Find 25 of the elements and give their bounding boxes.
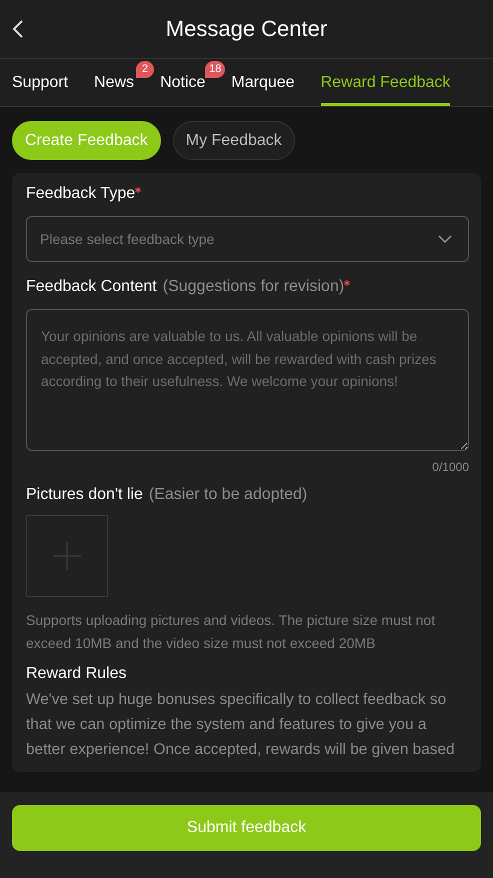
character-counter: 0/1000 — [431, 460, 469, 474]
field-label: Feedback Content — [26, 278, 157, 296]
segment-tab[interactable]: My Feedback — [172, 121, 295, 160]
tab[interactable]: Marquee — [231, 59, 295, 106]
back-icon — [12, 19, 24, 39]
count-badge: 2 — [136, 61, 154, 78]
rules-text: We've set up huge bonuses specifically to collect feedback so that we can optimize the system and features to give you a better experience! Once accepted, rewards will be given based — [26, 690, 456, 760]
feedback-content-field[interactable]: Your opinions are valuable to us. All valuable opinions will be accepted, and once accepted, will be rewarded with cash prizes according to their usefulness. We welcome your opinions! — [26, 309, 469, 451]
field-label: Feedback Type — [26, 185, 136, 203]
feedback-type-select[interactable]: Please select feedback type — [26, 216, 469, 262]
field-hint: (Easier to be adopted) — [148, 486, 308, 504]
tab[interactable]: Notice — [160, 59, 206, 106]
chevron-down-icon — [438, 235, 452, 243]
page-title: Message Center — [166, 16, 328, 42]
section-title: Reward Rules — [26, 665, 128, 683]
field-label: Pictures don't lie — [26, 486, 143, 504]
back-button[interactable] — [12, 19, 24, 39]
tab[interactable]: Reward Feedback — [320, 59, 450, 106]
tab[interactable]: News — [94, 59, 134, 106]
upload-note: Supports uploading pictures and videos. The picture size must not exceed 10MB and the video size must not exceed 20MB — [26, 611, 436, 653]
count-badge: 18 — [205, 61, 226, 78]
select-placeholder: Please select feedback type — [40, 231, 214, 247]
field-hint: (Suggestions for revision) — [162, 278, 344, 296]
plus-icon — [53, 542, 81, 570]
tab[interactable]: Support — [12, 59, 68, 106]
